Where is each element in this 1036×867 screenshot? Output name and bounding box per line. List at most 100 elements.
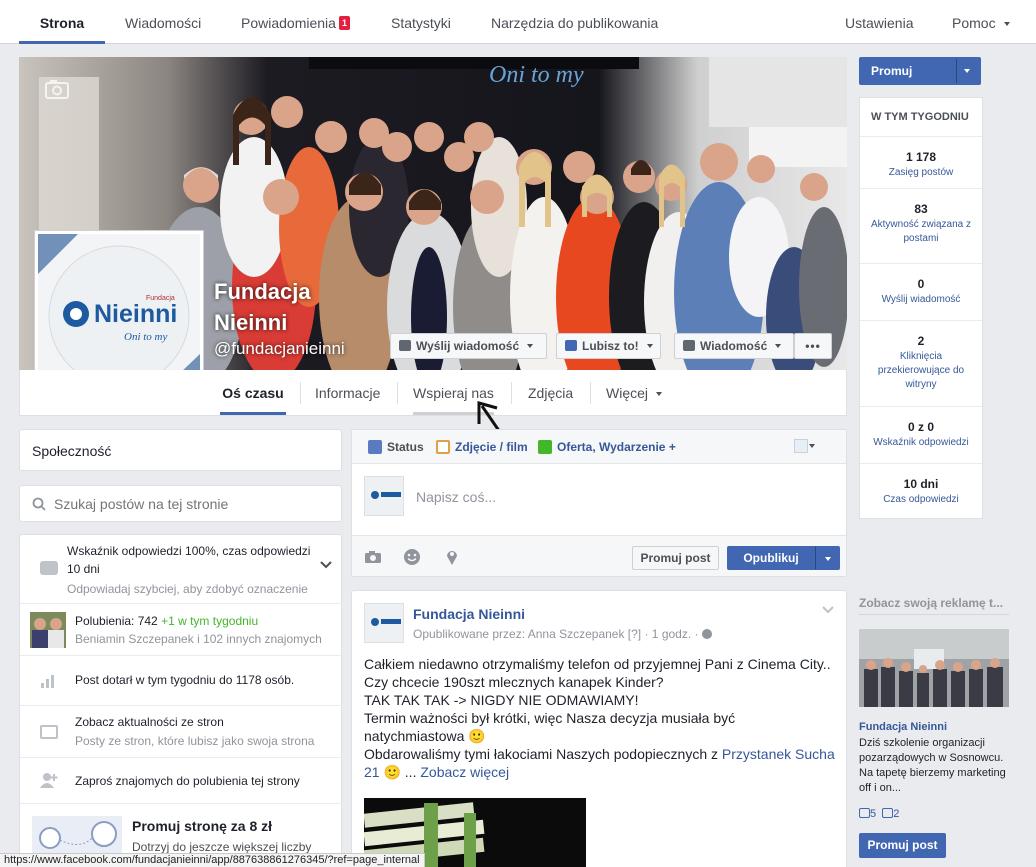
community-header[interactable]: Społeczność [19,429,342,471]
row-subtitle: Posty ze stron, które lubisz jako swoja … [75,734,315,748]
more-options-button[interactable]: ••• [794,333,832,359]
tab-settings[interactable]: Ustawienia [845,0,913,44]
post-search-box[interactable] [19,485,342,522]
add-friend-icon [40,773,58,788]
row-subtitle: Odpowiadaj szybciej, aby zdobyć oznaczen… [67,582,308,596]
cover-banner-text: Oni to my [489,62,584,88]
ad-promote-post-button[interactable]: Promuj post [859,833,946,858]
status-tab[interactable]: Status [368,440,424,454]
community-title: Społeczność [32,443,112,459]
tab-insights[interactable]: Statystyki [391,0,451,44]
camera-icon[interactable] [364,550,382,564]
offer-event-tab[interactable]: Oferta, Wydarzenie + [538,440,676,454]
tab-timeline[interactable]: Oś czasu [220,370,286,415]
browser-status-bar-url: https://www.facebook.com/fundacjanieinni… [0,853,425,867]
page-name[interactable]: Fundacja Nieinni [214,276,311,338]
caret-down-icon[interactable] [809,444,815,448]
ad-image[interactable] [859,629,1009,707]
page-admin-nav: Strona Wiadomości Powiadomienia 1 Statyst… [0,0,1036,44]
post-line: TAK TAK TAK -> NIGDY NIE ODMAWIAMY! [364,692,639,708]
post-card: Fundacja Nieinni Opublikowane przez: Ann… [351,590,847,867]
stat-post-engagement[interactable]: 83 Aktywność związana z postami [860,188,982,263]
stat-value: 1 178 [905,150,937,164]
stat-response-rate[interactable]: 0 z 0 Wskaźnik odpowiedzi [860,406,982,463]
promote-post-button[interactable]: Promuj post [632,546,719,570]
logo-small: Fundacja [146,295,175,302]
stat-label: Wskaźnik odpowiedzi [873,437,969,448]
message-button[interactable]: Wiadomość [674,333,794,359]
post-composer: Status Zdjęcie / film Oferta, Wydarzenie… [351,429,847,577]
news-feed-icon [40,725,58,739]
logo-brand: Nieinni [94,300,177,328]
ad-page-link[interactable]: Fundacja Nieinni [859,721,947,733]
bar-chart-icon [41,675,54,688]
week-title: W TYM TYGODNIU [871,111,969,123]
publish-button[interactable]: Opublikuj [727,546,815,570]
tab-about[interactable]: Informacje [315,370,380,415]
button-label: Lubisz to! [582,339,639,353]
tab-page[interactable]: Strona [19,0,105,44]
tab-label: Oferta, Wydarzenie + [557,440,676,454]
post-line: Obdarowaliśmy tymi łakociami Naszych pod… [364,745,840,763]
tab-label: Więcej [606,385,649,401]
author-avatar[interactable] [364,603,404,643]
chevron-down-icon[interactable] [822,606,834,614]
ad-text: Dziś szkolenie organizacji pozarządowych… [859,737,1006,794]
see-more-link[interactable]: Zobacz więcej [420,764,509,780]
stat-response-time[interactable]: 10 dni Czas odpowiedzi [860,463,982,520]
tagged-page-link-end[interactable]: 21 [364,764,380,780]
pages-feed-row[interactable]: Zobacz aktualności ze stron Posty ze str… [20,705,342,757]
post-line-text: Obdarowaliśmy tymi łakociami Naszych pod… [364,746,719,762]
page-avatar-selector[interactable] [794,439,808,453]
page-handle[interactable]: @fundacjanieinni [214,339,345,359]
publish-options-button[interactable] [815,546,840,570]
post-author-link[interactable]: Fundacja Nieinni [413,606,525,622]
tab-publishing-tools[interactable]: Narzędzia do publikowania [491,0,658,44]
post-meta: Opublikowane przez: Anna Szczepanek [?] … [413,627,712,641]
ad-likes-count: 5 [870,808,877,820]
thumbs-up-icon [859,808,870,818]
post-line: Termin ważności był krótki, więc Nasza d… [364,710,736,726]
invite-friends-row[interactable]: Zaproś znajomych do polubienia tej stron… [20,757,342,803]
ad-engagement: 5 2 [859,808,899,820]
stat-website-clicks[interactable]: 2 Kliknięcia przekierowujące do witryny [860,320,982,406]
post-line: natychmiastowa 🙂 [364,728,486,744]
send-message-button[interactable]: Wyślij wiadomość [390,333,547,359]
tab-notifications[interactable]: Powiadomienia 1 [241,0,350,44]
caret-down-icon [964,69,970,73]
location-pin-icon[interactable] [446,548,458,566]
tab-label: Ustawienia [845,15,914,31]
tab-more[interactable]: Więcej [606,370,663,415]
row-title: Post dotarł w tym tygodniu do 1178 osób. [75,673,295,687]
caret-down-icon [824,557,831,561]
stat-messages[interactable]: 0 Wyślij wiadomość [860,263,982,320]
page-avatar [364,476,404,516]
response-rate-row[interactable]: Wskaźnik odpowiedzi 100%, czas odpowiedz… [20,535,342,603]
emoji-icon[interactable] [403,548,421,566]
offer-icon [538,440,552,454]
tab-divider [300,382,301,404]
tagged-page-link[interactable]: Przystanek Sucha [722,746,835,762]
tab-label: Powiadomienia [241,15,336,31]
search-posts-input[interactable] [54,494,334,514]
tab-label: Narzędzia do publikowania [491,15,659,31]
help-menu[interactable]: Pomoc [952,0,1010,44]
stat-post-reach[interactable]: 1 178 Zasięg postów [860,136,982,188]
promote-options-button[interactable] [956,59,981,83]
tab-divider [590,382,591,404]
stat-value: 0 z 0 [907,420,934,434]
likes-growth: +1 w tym tygodniu [161,614,259,628]
like-page-button[interactable]: Lubisz to! [556,333,661,359]
tab-label: Statystyki [391,15,451,31]
composer-input[interactable]: Napisz coś... [416,489,496,505]
photo-video-tab[interactable]: Zdjęcie / film [436,440,528,454]
chevron-down-icon[interactable] [320,561,332,569]
globe-icon [701,629,712,639]
speech-bubble-icon [399,340,411,351]
tab-label: Oś czasu [222,385,284,401]
button-label: Promuj [871,64,913,78]
tab-label: Status [387,440,424,454]
likes-row[interactable]: Polubienia: 742 +1 w tym tygodniu Beniam… [20,603,342,655]
tab-messages[interactable]: Wiadomości [125,0,201,44]
reach-row[interactable]: Post dotarł w tym tygodniu do 1178 osób. [20,655,342,705]
